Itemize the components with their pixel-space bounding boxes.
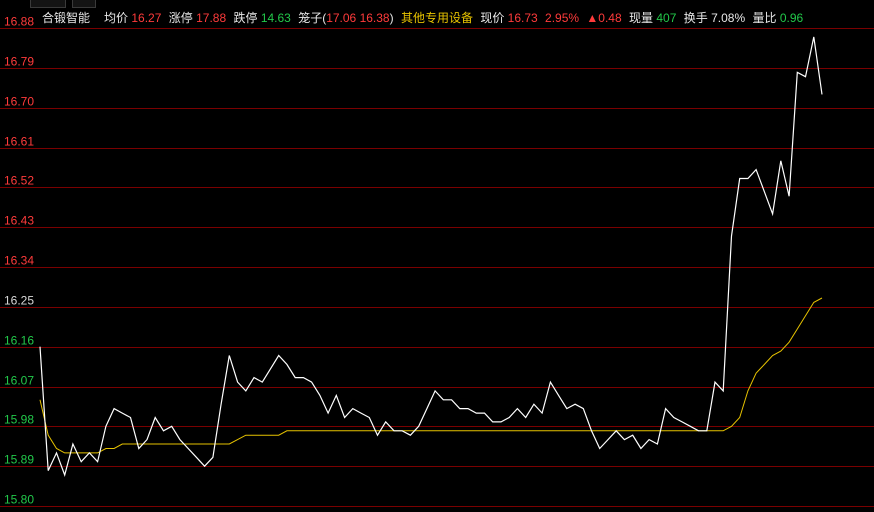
ratio-value: 0.96 <box>779 11 804 25</box>
cage-low: 17.06 <box>326 11 357 25</box>
y-tick-label: 16.79 <box>4 55 34 69</box>
y-tick-label: 16.25 <box>4 294 34 308</box>
change-value: ▲0.48 <box>586 11 622 25</box>
y-tick-label: 15.98 <box>4 413 34 427</box>
price-value: 16.73 <box>507 11 538 25</box>
average-price-line <box>39 297 823 454</box>
quote-fields: 均价 16.27 涨停 17.88 跌停 14.63 笼子(17.06 16.3… <box>104 8 803 28</box>
quote-header: 合锻智能 均价 16.27 涨停 17.88 跌停 14.63 笼子(17.06… <box>0 8 874 28</box>
y-tick-label: 16.16 <box>4 334 34 348</box>
sector-link[interactable]: 其他专用设备 <box>401 8 473 28</box>
ratio-label: 量比 <box>752 11 777 25</box>
limit-up-value: 17.88 <box>196 11 227 25</box>
y-tick-label: 16.61 <box>4 135 34 149</box>
volume-value: 407 <box>656 11 677 25</box>
y-tick-label: 15.80 <box>4 493 34 507</box>
volume-label: 现量 <box>629 11 654 25</box>
y-tick-label: 16.70 <box>4 95 34 109</box>
avg-label: 均价 <box>104 11 129 25</box>
grid-lines <box>0 28 874 507</box>
y-tick-label: 16.34 <box>4 254 34 268</box>
cage-label: 笼子( <box>298 11 327 25</box>
y-tick-label: 16.52 <box>4 174 34 188</box>
turnover-value: 7.08% <box>711 11 746 25</box>
intraday-chart: 16.8816.7916.7016.6116.5216.4316.3416.25… <box>0 15 874 507</box>
change-pct: 2.95% <box>545 11 580 25</box>
cage-close: ) <box>389 11 394 25</box>
limit-up-label: 涨停 <box>168 11 193 25</box>
cage-high: 16.38 <box>359 11 390 25</box>
stock-name[interactable]: 合锻智能 <box>42 8 90 28</box>
limit-down-label: 跌停 <box>233 11 258 25</box>
y-tick-label: 15.89 <box>4 453 34 467</box>
price-line <box>39 36 823 477</box>
avg-value: 16.27 <box>131 11 162 25</box>
y-tick-label: 16.43 <box>4 214 34 228</box>
price-label: 现价 <box>480 11 505 25</box>
limit-down-value: 14.63 <box>260 11 291 25</box>
y-tick-label: 16.07 <box>4 374 34 388</box>
turnover-label: 换手 <box>683 11 708 25</box>
y-axis-labels: 16.8816.7916.7016.6116.5216.4316.3416.25… <box>4 15 34 507</box>
